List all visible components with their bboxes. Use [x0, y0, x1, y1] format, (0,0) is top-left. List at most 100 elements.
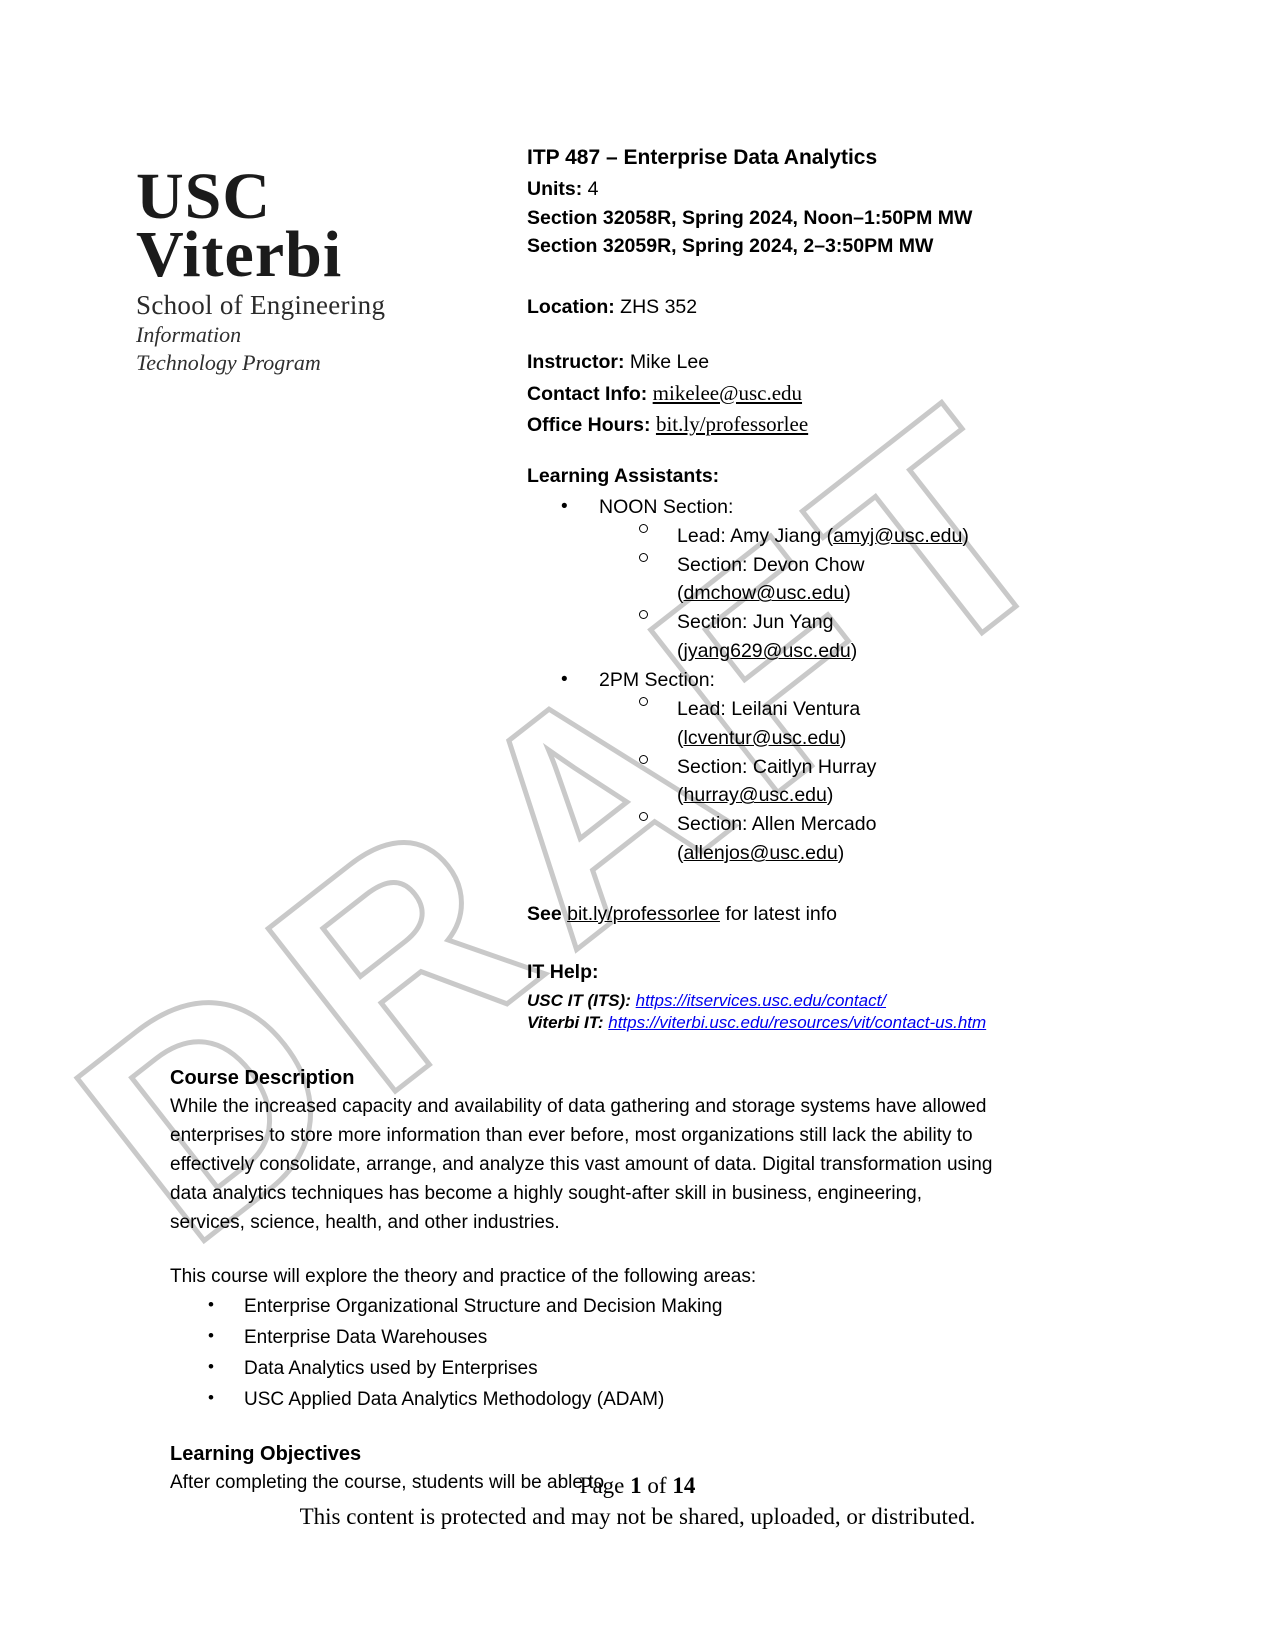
course-topic-item: • Enterprise Data Warehouses	[208, 1323, 1000, 1354]
it-help-label: USC IT (ITS):	[527, 990, 631, 1010]
course-topic-item: • USC Applied Data Analytics Methodology …	[208, 1385, 1000, 1416]
la-member-email-wrap: (amyj@usc.edu)	[826, 524, 969, 547]
la-member-email-wrap: (lcventur@usc.edu)	[677, 726, 847, 749]
logo-school-text: School of Engineering	[136, 290, 386, 321]
la-member: Lead: Amy Jiang (amyj@usc.edu)	[639, 522, 1087, 551]
bullet-circle-icon	[639, 552, 648, 562]
course-title: ITP 487 – Enterprise Data Analytics	[527, 146, 878, 169]
section-line-1: Section 32058R, Spring 2024, Noon–1:50PM…	[527, 206, 973, 229]
la-member-name: Lead: Amy Jiang	[677, 524, 827, 547]
course-topic-label: Data Analytics used by Enterprises	[244, 1357, 538, 1379]
section-line-2: Section 32059R, Spring 2024, 2–3:50PM MW	[527, 235, 934, 258]
office-hours-label: Office Hours:	[527, 414, 651, 436]
see-professorlee-link[interactable]: bit.ly/professorlee	[567, 903, 720, 925]
la-member-email-link[interactable]: amyj@usc.edu	[833, 525, 962, 547]
it-help-url-link[interactable]: https://viterbi.usc.edu/resources/vit/co…	[608, 1013, 986, 1032]
course-topic-label: Enterprise Data Warehouses	[244, 1327, 488, 1349]
instructor-value: Mike Lee	[629, 351, 710, 374]
location-line: Location: ZHS 352	[527, 293, 1087, 322]
page-total: 14	[672, 1473, 696, 1498]
la-member-email-wrap: (dmchow@usc.edu)	[677, 582, 851, 605]
instructor-email-link[interactable]: mikelee@usc.edu	[653, 381, 802, 405]
meta-spacer	[527, 322, 1087, 348]
la-member-email-link[interactable]: lcventur@usc.edu	[684, 727, 840, 749]
la-member-name: Lead: Leilani Ventura	[677, 697, 861, 720]
bullet-disc-icon: •	[561, 495, 568, 517]
contact-line: Contact Info: mikelee@usc.edu	[527, 378, 1087, 410]
bullet-circle-icon	[639, 696, 648, 706]
la-member-email-wrap: (jyang629@usc.edu)	[677, 640, 858, 663]
page-footer: Page 1 of 14 This content is protected a…	[0, 1470, 1275, 1533]
bullet-circle-icon	[639, 754, 648, 764]
course-topics-list: • Enterprise Organizational Structure and…	[170, 1292, 1000, 1415]
learning-assistants-section: Learning Assistants: • NOON Section: Lead:…	[527, 462, 1087, 868]
la-member-name: Section: Devon Chow	[677, 553, 865, 576]
course-description-paragraph: While the increased capacity and availab…	[170, 1096, 993, 1233]
bullet-circle-icon	[639, 523, 648, 533]
logo-program-line2: Technology Program	[136, 349, 321, 375]
it-help-url-link[interactable]: https://itservices.usc.edu/contact/	[636, 991, 886, 1010]
bullet-disc-icon: •	[208, 1356, 214, 1376]
la-group: • 2PM Section: Lead: Leilani Ventura (lcve…	[561, 666, 1087, 868]
course-topic-label: Enterprise Organizational Structure and …	[244, 1296, 723, 1318]
course-meta: Location: ZHS 352 Instructor: Mike Lee C…	[527, 293, 1087, 441]
la-group-label: 2PM Section:	[599, 669, 715, 692]
it-help-heading: IT Help:	[527, 961, 599, 983]
bullet-disc-icon: •	[208, 1387, 214, 1407]
it-help-rows: USC IT (ITS): https://itservices.usc.edu…	[527, 990, 1087, 1034]
course-header: ITP 487 – Enterprise Data Analytics Unit…	[527, 143, 1087, 261]
la-member: Section: Caitlyn Hurray (hurray@usc.edu)	[639, 753, 1087, 811]
bullet-disc-icon: •	[208, 1295, 214, 1315]
la-member: Section: Allen Mercado (allenjos@usc.edu…	[639, 810, 1087, 868]
course-topics-intro: This course will explore the theory and …	[170, 1266, 757, 1288]
la-member-name: Section: Jun Yang	[677, 611, 834, 634]
la-member: Section: Jun Yang (jyang629@usc.edu)	[639, 608, 1087, 666]
see-suffix: for latest info	[725, 903, 838, 925]
la-member-email-link[interactable]: hurray@usc.edu	[684, 784, 827, 806]
see-prefix: See	[527, 903, 562, 925]
la-member: Section: Devon Chow (dmchow@usc.edu)	[639, 551, 1087, 609]
la-member-email-wrap: (allenjos@usc.edu)	[677, 842, 845, 865]
course-topic-label: USC Applied Data Analytics Methodology (…	[244, 1388, 665, 1410]
instructor-line: Instructor: Mike Lee	[527, 348, 1087, 377]
instructor-label: Instructor:	[527, 351, 625, 374]
page-number: 1	[630, 1473, 642, 1498]
la-member-email-link[interactable]: dmchow@usc.edu	[684, 582, 845, 604]
course-topic-item: • Data Analytics used by Enterprises	[208, 1354, 1000, 1385]
document-page: USC Viterbi School of Engineering Inform…	[0, 0, 1275, 1650]
la-member-email-link[interactable]: allenjos@usc.edu	[684, 842, 838, 864]
learning-objectives-heading: Learning Objectives	[170, 1443, 362, 1466]
office-hours-line: Office Hours: bit.ly/professorlee	[527, 409, 1087, 441]
usc-viterbi-logo: USC Viterbi School of Engineering Inform…	[136, 163, 436, 376]
la-member: Lead: Leilani Ventura (lcventur@usc.edu)	[639, 695, 1087, 753]
document-body: Course Description While the increased c…	[170, 1065, 1000, 1498]
bullet-disc-icon: •	[561, 669, 568, 691]
la-member-name: Section: Caitlyn Hurray	[677, 755, 877, 778]
units-value: 4	[587, 177, 599, 200]
units-label: Units:	[527, 177, 583, 200]
course-description-heading: Course Description	[170, 1067, 355, 1089]
bullet-circle-icon	[639, 812, 648, 822]
logo-program-line1: Information	[136, 322, 242, 348]
la-group-label: NOON Section:	[599, 495, 734, 518]
units-line: Units: 4	[527, 175, 1087, 204]
la-member-email-wrap: (hurray@usc.edu)	[677, 784, 834, 807]
logo-viterbi-text: Viterbi	[136, 218, 343, 292]
copyright-notice: This content is protected and may not be…	[299, 1504, 976, 1530]
location-value: ZHS 352	[620, 296, 698, 318]
la-member-list: Lead: Leilani Ventura (lcventur@usc.edu)…	[599, 695, 1087, 868]
page-number-line: Page 1 of 14	[0, 1470, 1275, 1501]
la-group: • NOON Section: Lead: Amy Jiang (amyj@usc.…	[561, 493, 1087, 666]
la-member-name: Section: Allen Mercado	[677, 813, 877, 836]
course-topic-item: • Enterprise Organizational Structure and…	[208, 1292, 1000, 1323]
learning-assistants-heading: Learning Assistants:	[527, 465, 720, 487]
see-latest-info-line: See bit.ly/professorlee for latest info	[527, 903, 1087, 926]
it-help-section: IT Help: USC IT (ITS): https://itservice…	[527, 960, 1087, 1033]
it-help-row: USC IT (ITS): https://itservices.usc.edu…	[527, 990, 1087, 1012]
la-member-email-link[interactable]: jyang629@usc.edu	[684, 640, 851, 662]
office-hours-link[interactable]: bit.ly/professorlee	[656, 412, 808, 436]
it-help-row: Viterbi IT: https://viterbi.usc.edu/reso…	[527, 1012, 1087, 1034]
body-spacer-1	[170, 1237, 1000, 1263]
learning-assistants-list: • NOON Section: Lead: Amy Jiang (amyj@usc.…	[527, 493, 1087, 868]
bullet-disc-icon: •	[208, 1326, 214, 1346]
